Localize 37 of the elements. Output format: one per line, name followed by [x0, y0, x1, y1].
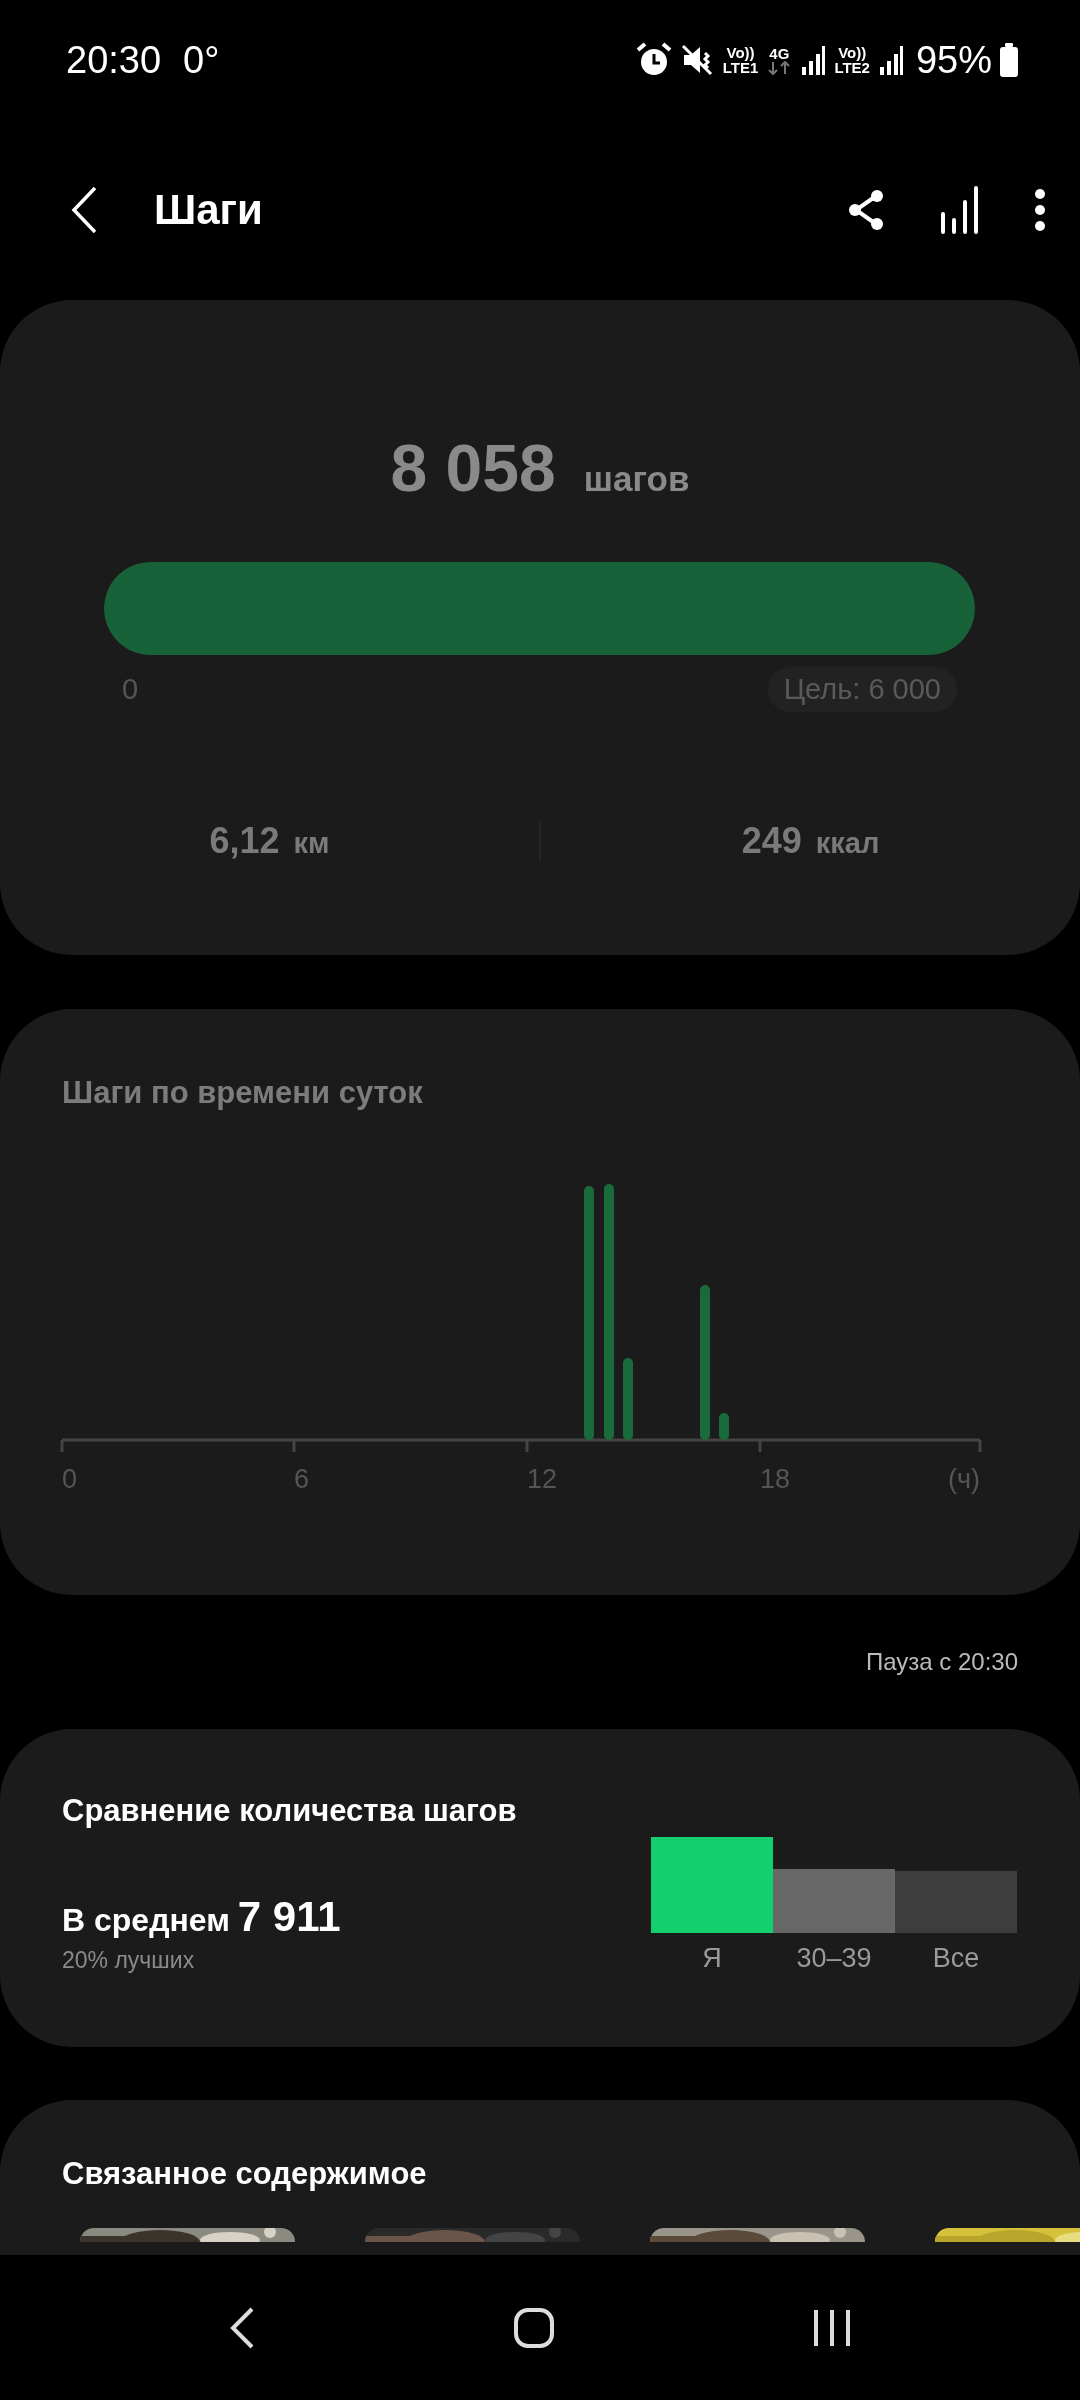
scale-start-label: 0 [122, 673, 139, 706]
axis-label: 0 [62, 1464, 79, 1495]
calories-unit: ккал [815, 827, 880, 860]
alarm-icon [634, 42, 673, 78]
battery-icon [1000, 43, 1018, 77]
network-label: LTE1 [722, 60, 759, 75]
temperature: 0° [183, 38, 220, 82]
card-title: Сравнение количества шагов [61, 1792, 518, 1829]
signal-icon [800, 45, 827, 75]
axis-label: 18 [760, 1464, 792, 1495]
mute-icon [680, 44, 715, 76]
rank-text: 20% лучших [62, 1947, 196, 1974]
axis-label: 12 [527, 1464, 559, 1495]
group-label: 30–39 [796, 1943, 872, 1974]
signal-icon [877, 45, 904, 75]
calories-value: 249 [741, 820, 802, 862]
battery-percent: 95% [915, 38, 992, 82]
axis-label: (ч) [947, 1464, 980, 1495]
step-count: 8 058 [390, 430, 556, 506]
axis-label: 6 [294, 1464, 311, 1495]
data-label: 4G [769, 45, 790, 61]
pause-status: Пауза с 20:30 [865, 1648, 1018, 1676]
clock-time: 20:30 [66, 38, 162, 82]
card-title: Шаги по времени суток [61, 1074, 424, 1111]
card-title: Связанное содержимое [61, 2155, 428, 2192]
network-label: LTE2 [834, 60, 870, 75]
distance-unit: км [293, 827, 330, 860]
average-value: 7 911 [237, 1893, 341, 1941]
screen-title: Шаги [154, 186, 263, 234]
distance-value: 6,12 [209, 820, 280, 862]
volte-label: Vo)) [726, 45, 755, 60]
step-unit: шагов [583, 459, 690, 499]
goal-label: Цель: 6 000 [767, 667, 957, 712]
average-label: В среднем [62, 1902, 230, 1939]
group-label: Все [932, 1943, 980, 1974]
volte-label: Vo)) [838, 45, 867, 60]
group-label: Я [702, 1943, 722, 1974]
